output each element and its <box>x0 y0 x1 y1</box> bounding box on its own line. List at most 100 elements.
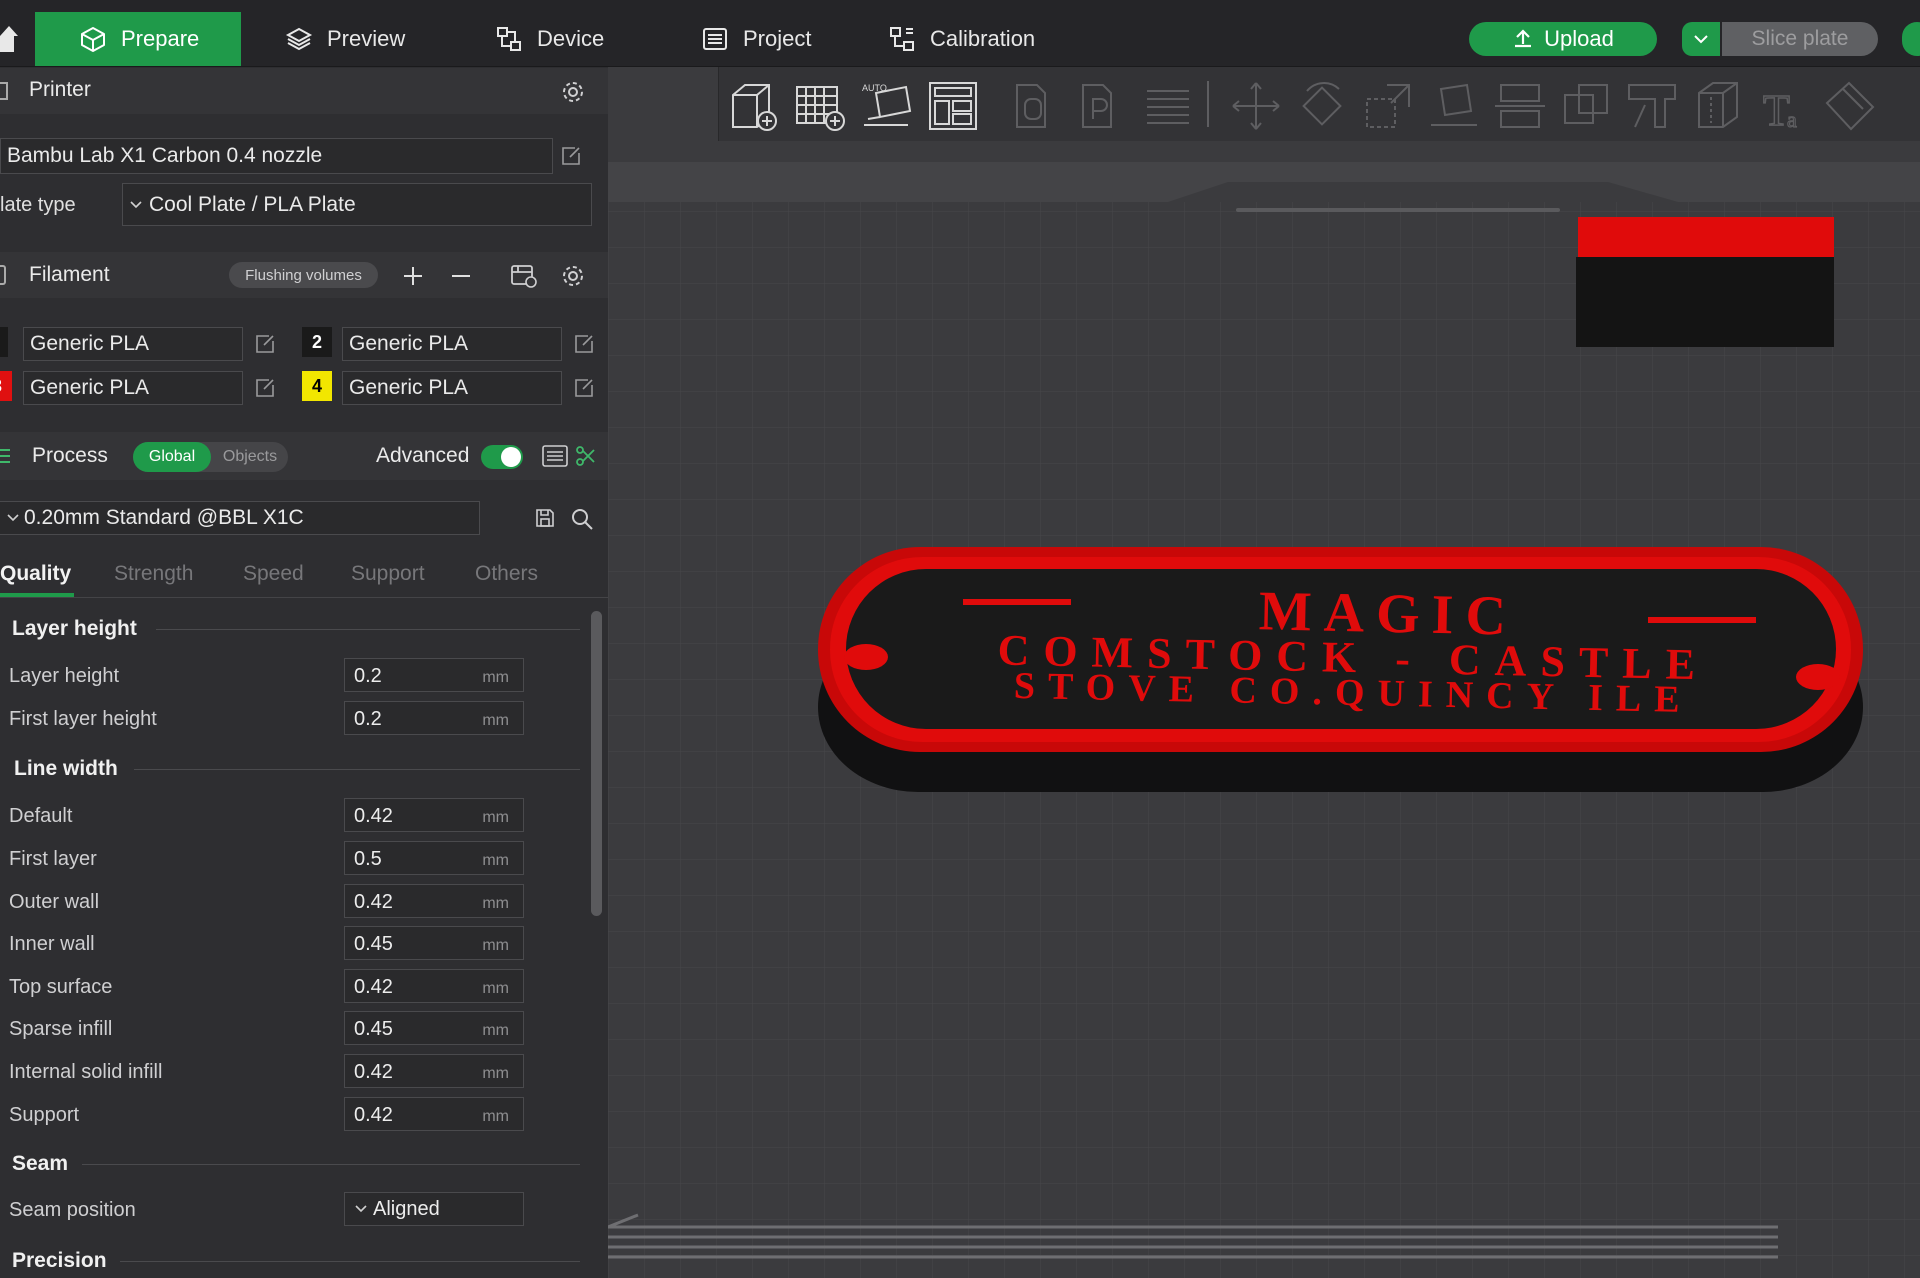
filament-1-swatch[interactable]: 1 <box>0 327 8 357</box>
process-preset-select[interactable]: 0.20mm Standard @BBL X1C <box>0 501 480 535</box>
tab-project[interactable]: Project <box>701 12 811 66</box>
filament-3-swatch[interactable]: 3 <box>0 371 12 401</box>
filament-2-select[interactable]: Generic PLA <box>342 327 562 361</box>
add-object-icon[interactable] <box>727 79 781 133</box>
edit-icon[interactable] <box>254 377 276 399</box>
slice-dropdown-button[interactable] <box>1682 22 1720 56</box>
support-painting-icon[interactable] <box>1625 79 1679 133</box>
home-icon[interactable] <box>0 22 18 54</box>
filament-2-name: Generic PLA <box>349 332 469 355</box>
layer-height-input[interactable]: 0.2 mm <box>344 658 524 692</box>
device-icon <box>497 27 521 51</box>
sparse-infill-line-width-input[interactable]: 0.45 mm <box>344 1011 524 1045</box>
seam-position-value: Aligned <box>373 1197 440 1220</box>
filament-2-swatch[interactable]: 2 <box>302 327 332 357</box>
add-plate-icon[interactable] <box>793 79 847 133</box>
gear-icon[interactable] <box>560 263 586 289</box>
layer-height-group-title: Layer height <box>12 617 137 640</box>
seam-position-select[interactable]: Aligned <box>344 1192 524 1226</box>
tab-calibration[interactable]: Calibration <box>888 12 1035 66</box>
filament-3-select[interactable]: Generic PLA <box>23 371 243 405</box>
mmu-painting-icon[interactable] <box>1823 79 1877 133</box>
tab-quality[interactable]: Quality <box>0 562 71 586</box>
plate-type-label: late type <box>0 194 76 216</box>
rotate-icon[interactable] <box>1295 79 1349 133</box>
global-objects-toggle[interactable]: Global Objects <box>133 442 288 472</box>
first-layer-line-width-input[interactable]: 0.5 mm <box>344 841 524 875</box>
internal-solid-infill-line-width-input[interactable]: 0.42 mm <box>344 1054 524 1088</box>
gear-icon[interactable] <box>560 79 586 105</box>
split-parts-icon[interactable] <box>1075 79 1129 133</box>
line-width-group-title: Line width <box>14 757 118 780</box>
prime-tower[interactable] <box>1576 217 1834 347</box>
lay-on-face-icon[interactable] <box>1427 79 1481 133</box>
cut-icon[interactable] <box>1493 79 1547 133</box>
filament-2-number: 2 <box>311 331 322 352</box>
default-line-width-input[interactable]: 0.42 mm <box>344 798 524 832</box>
filament-1-select[interactable]: Generic PLA <box>23 327 243 361</box>
flushing-volumes-label: Flushing volumes <box>245 266 362 284</box>
tab-others[interactable]: Others <box>475 562 538 586</box>
tab-support[interactable]: Support <box>351 562 425 586</box>
toolbar-separator <box>1207 81 1209 127</box>
tab-prepare[interactable]: Prepare <box>35 12 241 66</box>
setting-unit: mm <box>482 980 509 997</box>
inner-wall-line-width-input[interactable]: 0.45 mm <box>344 926 524 960</box>
chevron-down-icon <box>355 1205 367 1213</box>
edit-icon[interactable] <box>573 333 595 355</box>
filament-3-name: Generic PLA <box>30 376 150 399</box>
filament-4-swatch[interactable]: 4 <box>302 371 332 401</box>
outer-wall-line-width-input[interactable]: 0.42 mm <box>344 884 524 918</box>
calibration-icon <box>890 27 914 51</box>
auto-orient-icon[interactable]: AUTO <box>860 79 914 133</box>
slice-plate-button[interactable]: Slice plate <box>1722 22 1878 56</box>
text-shape-icon[interactable]: Ta <box>1757 79 1811 133</box>
plate-type-select[interactable]: Cool Plate / PLA Plate <box>122 183 592 226</box>
printer-select[interactable]: Bambu Lab X1 Carbon 0.4 nozzle <box>0 138 553 174</box>
cube-icon <box>81 27 105 52</box>
first-layer-height-input[interactable]: 0.2 mm <box>344 701 524 735</box>
advanced-toggle[interactable] <box>481 445 523 469</box>
top-surface-line-width-input[interactable]: 0.42 mm <box>344 969 524 1003</box>
arrange-icon[interactable] <box>926 79 980 133</box>
edit-icon[interactable] <box>560 145 582 167</box>
toggle-knob <box>501 447 521 467</box>
scale-icon[interactable] <box>1361 79 1415 133</box>
global-option[interactable]: Global <box>133 442 211 472</box>
objects-option[interactable]: Objects <box>213 442 287 472</box>
flushing-volumes-button[interactable]: Flushing volumes <box>229 262 378 288</box>
support-line-width-input[interactable]: 0.42 mm <box>344 1097 524 1131</box>
setting-label: Internal solid infill <box>9 1061 163 1083</box>
upload-button[interactable]: Upload <box>1469 22 1657 56</box>
setting-value: 0.45 <box>354 1018 393 1040</box>
search-icon[interactable] <box>570 507 594 531</box>
print-plate-button[interactable] <box>1902 22 1920 56</box>
split-objects-icon[interactable] <box>1009 79 1063 133</box>
tab-device[interactable]: Device <box>495 12 604 66</box>
move-icon[interactable] <box>1229 79 1283 133</box>
boolean-icon[interactable] <box>1559 79 1613 133</box>
filament-section-header: Filament Flushing volumes <box>0 252 608 298</box>
sync-filament-icon[interactable] <box>510 263 538 289</box>
tab-speed[interactable]: Speed <box>243 562 304 586</box>
edit-icon[interactable] <box>254 333 276 355</box>
3d-viewport[interactable]: MAGIC COMSTOCK - CASTLE STOVE CO.QUINCY … <box>608 67 1920 1278</box>
settings-scrollbar[interactable] <box>591 611 602 916</box>
filament-4-select[interactable]: Generic PLA <box>342 371 562 405</box>
compare-icon[interactable] <box>574 444 596 468</box>
setting-unit: mm <box>482 1108 509 1125</box>
remove-icon[interactable] <box>450 265 472 287</box>
edit-icon[interactable] <box>573 377 595 399</box>
add-icon[interactable] <box>402 265 424 287</box>
tab-strength[interactable]: Strength <box>114 562 193 586</box>
app-window: Prepare Preview Device Project Calibrati… <box>0 0 1920 1278</box>
list-view-icon[interactable] <box>542 444 568 468</box>
plaque-model[interactable]: MAGIC COMSTOCK - CASTLE STOVE CO.QUINCY … <box>818 547 1863 792</box>
slice-plate-label: Slice plate <box>1751 27 1849 50</box>
setting-value: 0.42 <box>354 805 393 827</box>
setting-unit: mm <box>482 1022 509 1039</box>
seam-painting-icon[interactable] <box>1691 79 1745 133</box>
tab-preview[interactable]: Preview <box>285 12 405 66</box>
layers-editing-icon[interactable] <box>1141 79 1195 133</box>
save-icon[interactable] <box>534 507 556 529</box>
